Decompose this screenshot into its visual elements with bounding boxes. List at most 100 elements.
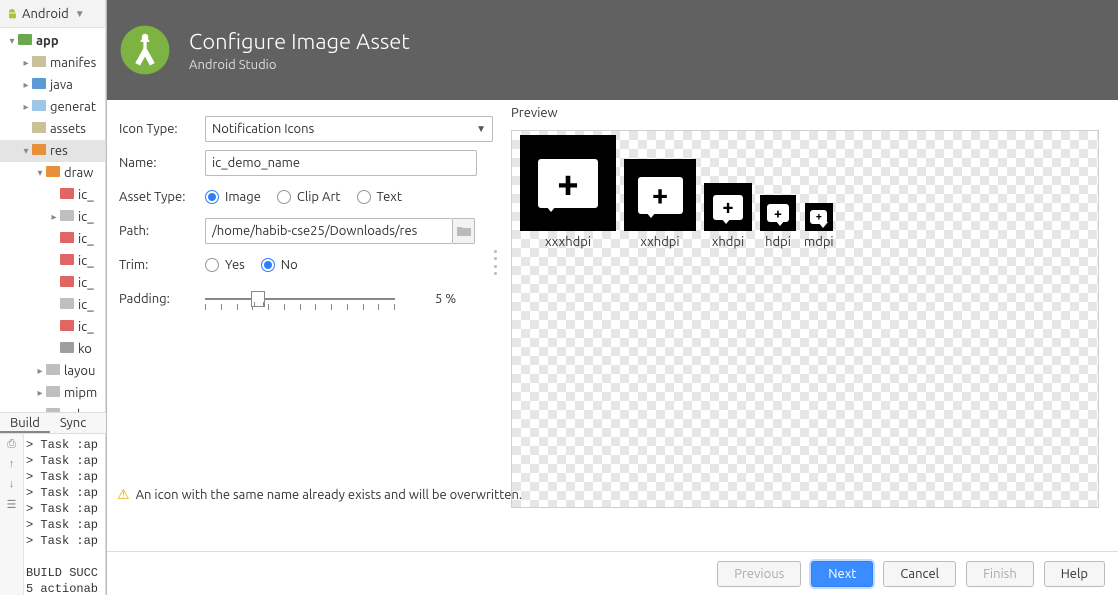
tree-item-label: ic_: [78, 272, 94, 294]
splitter-handle[interactable]: [494, 250, 499, 275]
preview-icon: +: [520, 135, 616, 231]
padding-label: Padding:: [119, 292, 205, 306]
file-icon: [60, 338, 74, 360]
tree-item-label: assets: [50, 118, 86, 140]
tree-item[interactable]: ic_: [0, 294, 105, 316]
tree-item[interactable]: ▸java: [0, 74, 105, 96]
dialog-body: Icon Type: Notification Icons ▼ Name: As…: [107, 100, 1118, 555]
preview-item: + hdpi: [760, 195, 796, 249]
browse-path-button[interactable]: [453, 218, 475, 244]
trim-yes-radio[interactable]: Yes: [205, 258, 245, 272]
finish-button[interactable]: Finish: [966, 561, 1034, 587]
tree-item-label: generat: [50, 96, 96, 118]
tree-expand-icon[interactable]: ▸: [20, 96, 32, 118]
previous-button[interactable]: Previous: [717, 561, 801, 587]
tree-expand-icon[interactable]: ▸: [20, 74, 32, 96]
tree-item[interactable]: ko: [0, 338, 105, 360]
folder-gray-icon: [46, 360, 60, 382]
gutter-icon: ☰: [0, 494, 23, 514]
project-view-selector[interactable]: Android ▼: [0, 0, 105, 28]
tree-expand-icon[interactable]: ▾: [6, 30, 18, 52]
tree-item[interactable]: ic_: [0, 250, 105, 272]
gutter-icon: ⎙: [0, 434, 23, 454]
next-button[interactable]: Next: [811, 561, 873, 587]
tree-expand-icon[interactable]: ▸: [20, 52, 32, 74]
tree-expand-icon[interactable]: ▾: [20, 140, 32, 162]
preview-density-label: hdpi: [765, 235, 791, 249]
tree-item[interactable]: ▸ generat: [0, 96, 105, 118]
xml-icon: [60, 250, 74, 272]
padding-slider[interactable]: [205, 287, 405, 311]
plus-icon: +: [557, 164, 579, 203]
path-input[interactable]: [205, 218, 453, 244]
preview-icon: +: [624, 159, 696, 231]
build-tabs: Build Sync: [0, 412, 106, 434]
android-icon: [6, 7, 18, 21]
tree-item[interactable]: ic_: [0, 228, 105, 250]
asset-type-label: Asset Type:: [119, 190, 205, 204]
tree-item[interactable]: ▸ mipm: [0, 382, 105, 404]
slider-thumb[interactable]: [251, 291, 265, 307]
tree-item[interactable]: ▾ app: [0, 30, 105, 52]
preview-item: +xxhdpi: [624, 159, 696, 249]
xml-icon: [60, 316, 74, 338]
xml-icon: [60, 228, 74, 250]
tree-expand-icon[interactable]: ▸: [34, 360, 46, 382]
console-gutter: ⎙ ↑ ↓ ☰: [0, 434, 24, 595]
icon-type-select[interactable]: Notification Icons ▼: [205, 116, 493, 142]
folder-gray-icon: [60, 206, 74, 228]
tree-item-label: app: [36, 30, 59, 52]
tree-item-label: ic_: [78, 250, 94, 272]
preview-icon: +: [704, 183, 752, 231]
name-label: Name:: [119, 156, 205, 170]
tree-item[interactable]: ▸ic_: [0, 206, 105, 228]
tree-expand-icon[interactable]: ▸: [34, 382, 46, 404]
tree-item-label: mipm: [64, 382, 97, 404]
icon-type-value: Notification Icons: [212, 122, 314, 136]
dialog-header: Configure Image Asset Android Studio: [107, 0, 1118, 100]
tree-item[interactable]: ic_: [0, 184, 105, 206]
tree-item-label: ko: [78, 338, 92, 360]
tab-build[interactable]: Build: [0, 413, 50, 433]
warning-icon: ⚠: [117, 486, 130, 503]
tree-item[interactable]: ▾ draw: [0, 162, 105, 184]
tree-item-label: ic_: [78, 228, 94, 250]
tree-item[interactable]: ic_: [0, 316, 105, 338]
tree-item-label: res: [50, 140, 68, 162]
dialog-title: Configure Image Asset: [189, 29, 410, 54]
asset-type-clipart-radio[interactable]: Clip Art: [277, 190, 341, 204]
preview-label: Preview: [511, 106, 558, 120]
plus-icon: +: [774, 206, 782, 220]
image-asset-dialog: Configure Image Asset Android Studio Ico…: [106, 0, 1118, 595]
plus-icon: +: [652, 181, 668, 210]
tree-item[interactable]: assets: [0, 118, 105, 140]
tree-expand-icon[interactable]: ▾: [34, 162, 46, 184]
folder-gray-icon: [60, 294, 74, 316]
preview-density-label: xxxhdpi: [545, 235, 591, 249]
dialog-button-bar: Previous Next Cancel Finish Help: [107, 551, 1118, 595]
cancel-button[interactable]: Cancel: [883, 561, 956, 587]
tab-sync[interactable]: Sync: [50, 413, 96, 433]
preview-item: +mdpi: [804, 203, 834, 249]
folder-icon: [32, 118, 46, 140]
name-input[interactable]: [205, 150, 477, 176]
preview-density-label: mdpi: [804, 235, 834, 249]
xml-icon: [60, 184, 74, 206]
trim-no-radio[interactable]: No: [261, 258, 298, 272]
tree-item[interactable]: ▾ res: [0, 140, 105, 162]
plus-icon: +: [722, 197, 733, 217]
asset-type-image-radio[interactable]: Image: [205, 190, 261, 204]
folder-gen-icon: [32, 96, 46, 118]
preview-item: + xxxhdpi: [520, 135, 616, 249]
tree-expand-icon[interactable]: ▸: [48, 206, 60, 228]
help-button[interactable]: Help: [1044, 561, 1105, 587]
asset-type-text-radio[interactable]: Text: [357, 190, 402, 204]
tree-item[interactable]: ▸ layou: [0, 360, 105, 382]
project-tree[interactable]: ▾app▸manifes▸java▸generatassets▾res▾draw…: [0, 28, 105, 426]
tree-item-label: draw: [64, 162, 93, 184]
tree-item-label: layou: [64, 360, 95, 382]
tree-item-label: ic_: [78, 294, 94, 316]
tree-item[interactable]: ic_: [0, 272, 105, 294]
folder-gray-icon: [46, 382, 60, 404]
tree-item[interactable]: ▸manifes: [0, 52, 105, 74]
